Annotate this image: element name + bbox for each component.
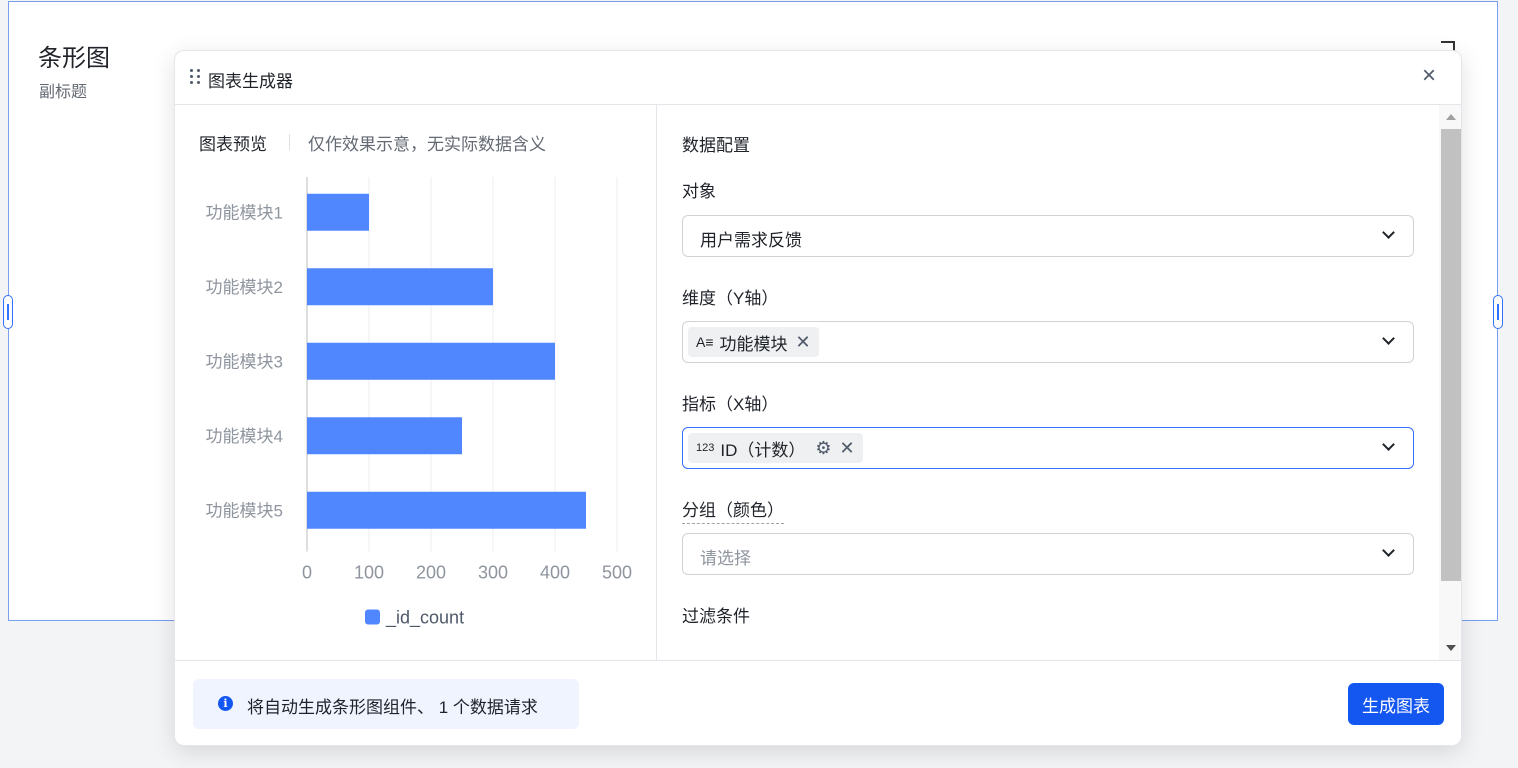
bar <box>307 193 369 231</box>
y-category-label: 功能模块5 <box>206 501 283 520</box>
bar <box>307 417 462 455</box>
chevron-down-icon <box>1382 544 1395 557</box>
card-title: 条形图 <box>38 45 110 72</box>
config-section-title: 数据配置 <box>682 136 750 155</box>
dimension-select[interactable]: A≡ 功能模块 ✕ <box>682 321 1414 363</box>
info-text: 将自动生成条形图组件、 1 个数据请求 <box>247 698 538 717</box>
scroll-up-arrow-icon[interactable] <box>1446 114 1456 120</box>
remove-tag-icon[interactable]: ✕ <box>796 332 811 353</box>
data-config-panel: 数据配置 对象 用户需求反馈 维度（Y轴） A≡ 功能模块 ✕ 指标（X轴） 1… <box>658 105 1461 660</box>
bar <box>307 268 493 306</box>
legend-swatch <box>365 609 380 625</box>
text-field-icon: A≡ <box>696 334 714 350</box>
object-select[interactable]: 用户需求反馈 <box>682 215 1414 257</box>
dialog-footer: i 将自动生成条形图组件、 1 个数据请求 生成图表 <box>175 660 1461 745</box>
y-category-label: 功能模块4 <box>206 427 283 446</box>
bar <box>307 342 555 380</box>
generate-chart-button[interactable]: 生成图表 <box>1348 683 1444 725</box>
group-select[interactable]: 请选择 <box>682 533 1414 575</box>
number-field-icon: 123 <box>696 442 715 454</box>
gear-icon[interactable]: ⚙ <box>815 438 831 459</box>
x-tick-label: 500 <box>602 563 632 583</box>
chevron-down-icon <box>1382 226 1395 239</box>
drag-handle-icon[interactable] <box>190 69 202 87</box>
x-tick-label: 100 <box>354 563 384 583</box>
close-icon[interactable]: × <box>1417 64 1441 89</box>
metric-label: 指标（X轴） <box>682 395 779 414</box>
group-select-placeholder: 请选择 <box>700 549 751 568</box>
bar-chart: 0 100 200 300 400 500 功能模块1 功能模块2 功能模块3 功能模块4 功能模块… <box>206 177 632 629</box>
chevron-down-icon <box>1382 438 1395 451</box>
preview-note: 仅作效果示意，无实际数据含义 <box>308 135 546 154</box>
dimension-tag: A≡ 功能模块 ✕ <box>688 327 819 357</box>
info-banner: i 将自动生成条形图组件、 1 个数据请求 <box>193 679 579 729</box>
object-label: 对象 <box>682 182 716 201</box>
metric-tag-label: ID（计数） <box>720 440 806 460</box>
x-tick-label: 400 <box>540 563 570 583</box>
legend-label: _id_count <box>385 608 464 629</box>
scroll-down-arrow-icon[interactable] <box>1446 645 1456 651</box>
dimension-label: 维度（Y轴） <box>682 289 779 308</box>
y-category-label: 功能模块2 <box>206 278 283 297</box>
x-tick-label: 200 <box>416 563 446 583</box>
dialog-title: 图表生成器 <box>208 72 293 91</box>
card-subtitle: 副标题 <box>39 84 88 101</box>
info-icon: i <box>218 696 233 711</box>
x-tick-label: 0 <box>302 563 312 583</box>
left-resize-handle[interactable] <box>3 295 13 329</box>
group-label[interactable]: 分组（颜色） <box>682 496 784 524</box>
dimension-tag-label: 功能模块 <box>719 334 788 354</box>
y-category-label: 功能模块3 <box>206 352 283 371</box>
bar <box>307 491 586 529</box>
scrollbar-thumb[interactable] <box>1441 129 1461 581</box>
preview-divider <box>289 134 290 150</box>
chevron-down-icon <box>1382 332 1395 345</box>
remove-tag-icon[interactable]: ✕ <box>840 438 855 459</box>
object-select-value: 用户需求反馈 <box>700 231 802 250</box>
preview-title: 图表预览 <box>199 135 267 154</box>
filter-label: 过滤条件 <box>682 607 750 626</box>
right-resize-handle[interactable] <box>1493 295 1503 329</box>
config-scrollbar[interactable] <box>1439 105 1461 660</box>
y-category-label: 功能模块1 <box>206 203 283 222</box>
metric-tag: 123 ID（计数） ⚙ ✕ <box>688 433 863 463</box>
metric-select[interactable]: 123 ID（计数） ⚙ ✕ <box>682 427 1414 469</box>
dialog-header: 图表生成器 × <box>175 51 1461 105</box>
x-tick-label: 300 <box>478 563 508 583</box>
chart-generator-dialog: 图表生成器 × 图表预览 仅作效果示意，无实际数据含义 0 100 200 300 40… <box>174 50 1462 746</box>
